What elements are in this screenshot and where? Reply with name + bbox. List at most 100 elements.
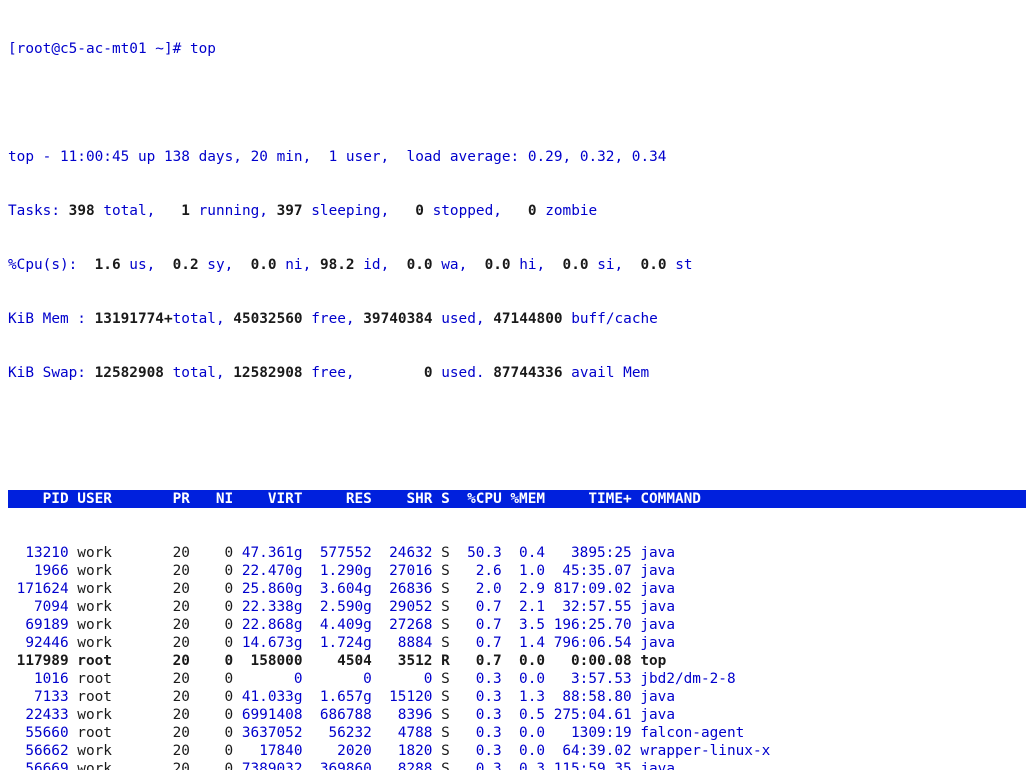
process-table-body: 13210work20047.361g57755224632S50.30.438… bbox=[8, 544, 1026, 770]
cell-user: work bbox=[69, 634, 156, 652]
cell-time: 115:59.35 bbox=[545, 760, 632, 770]
cell-res: 2020 bbox=[303, 742, 372, 760]
cell-res: 0 bbox=[303, 670, 372, 688]
cell-pid: 69189 bbox=[8, 616, 69, 634]
cell-s: S bbox=[432, 580, 449, 598]
cell-pr: 20 bbox=[155, 742, 190, 760]
col-pr[interactable]: PR bbox=[155, 490, 190, 508]
cell-cpu: 0.3 bbox=[450, 760, 502, 770]
col-cpu[interactable]: %CPU bbox=[450, 490, 502, 508]
cell-user: work bbox=[69, 562, 156, 580]
col-time[interactable]: TIME+ bbox=[545, 490, 632, 508]
cell-ni: 0 bbox=[190, 724, 233, 742]
cell-time: 1309:19 bbox=[545, 724, 632, 742]
cell-ni: 0 bbox=[190, 760, 233, 770]
cell-pr: 20 bbox=[155, 634, 190, 652]
cell-mem: 1.4 bbox=[502, 634, 545, 652]
col-pid[interactable]: PID bbox=[8, 490, 69, 508]
cell-cpu: 50.3 bbox=[450, 544, 502, 562]
cell-mem: 0.3 bbox=[502, 760, 545, 770]
col-user[interactable]: USER bbox=[69, 490, 156, 508]
cell-cpu: 2.6 bbox=[450, 562, 502, 580]
cell-cpu: 0.3 bbox=[450, 724, 502, 742]
cell-pid: 56669 bbox=[8, 760, 69, 770]
process-row: 69189work20022.868g4.409g27268S0.73.5196… bbox=[8, 616, 1026, 634]
cell-mem: 0.0 bbox=[502, 652, 545, 670]
cell-user: work bbox=[69, 598, 156, 616]
col-shr[interactable]: SHR bbox=[372, 490, 433, 508]
cell-res: 4.409g bbox=[303, 616, 372, 634]
cell-virt: 22.470g bbox=[233, 562, 302, 580]
cell-s: S bbox=[432, 760, 449, 770]
cell-res: 1.724g bbox=[303, 634, 372, 652]
cell-pr: 20 bbox=[155, 562, 190, 580]
cell-pr: 20 bbox=[155, 544, 190, 562]
cell-pid: 7133 bbox=[8, 688, 69, 706]
top-mem-line: KiB Mem : 13191774+total, 45032560 free,… bbox=[8, 310, 1026, 328]
cell-cmd: falcon-agent bbox=[632, 724, 814, 742]
cell-cmd: wrapper-linux-x bbox=[632, 742, 814, 760]
cell-ni: 0 bbox=[190, 562, 233, 580]
cell-shr: 1820 bbox=[372, 742, 433, 760]
cell-cmd: java bbox=[632, 562, 814, 580]
process-row: 56662work2001784020201820S0.30.064:39.02… bbox=[8, 742, 1026, 760]
col-ni[interactable]: NI bbox=[190, 490, 233, 508]
cell-virt: 17840 bbox=[233, 742, 302, 760]
cell-user: work bbox=[69, 760, 156, 770]
cell-cmd: java bbox=[632, 760, 814, 770]
cell-virt: 7389032 bbox=[233, 760, 302, 770]
cell-res: 369860 bbox=[303, 760, 372, 770]
cell-shr: 8288 bbox=[372, 760, 433, 770]
cell-pid: 56662 bbox=[8, 742, 69, 760]
top-swap-line: KiB Swap: 12582908 total, 12582908 free,… bbox=[8, 364, 1026, 382]
process-table-header[interactable]: PIDUSERPRNIVIRTRESSHRS%CPU%MEMTIME+COMMA… bbox=[8, 490, 1026, 508]
cell-s: S bbox=[432, 688, 449, 706]
cell-pid: 171624 bbox=[8, 580, 69, 598]
cell-pid: 7094 bbox=[8, 598, 69, 616]
cell-res: 4504 bbox=[303, 652, 372, 670]
cell-res: 686788 bbox=[303, 706, 372, 724]
col-mem[interactable]: %MEM bbox=[502, 490, 545, 508]
cell-ni: 0 bbox=[190, 544, 233, 562]
cell-mem: 2.9 bbox=[502, 580, 545, 598]
cell-time: 3:57.53 bbox=[545, 670, 632, 688]
cell-shr: 3512 bbox=[372, 652, 433, 670]
cell-s: S bbox=[432, 544, 449, 562]
col-res[interactable]: RES bbox=[303, 490, 372, 508]
cell-pr: 20 bbox=[155, 670, 190, 688]
cell-user: work bbox=[69, 706, 156, 724]
cell-mem: 0.4 bbox=[502, 544, 545, 562]
cell-s: S bbox=[432, 616, 449, 634]
process-row: 56669work20073890323698608288S0.30.3115:… bbox=[8, 760, 1026, 770]
cell-res: 56232 bbox=[303, 724, 372, 742]
shell-prompt-line: [root@c5-ac-mt01 ~]# top bbox=[8, 40, 1026, 58]
cell-s: S bbox=[432, 598, 449, 616]
cell-shr: 27016 bbox=[372, 562, 433, 580]
cell-user: work bbox=[69, 742, 156, 760]
cell-cpu: 0.3 bbox=[450, 706, 502, 724]
col-cmd[interactable]: COMMAND bbox=[632, 490, 814, 508]
col-s[interactable]: S bbox=[432, 490, 449, 508]
cell-cmd: java bbox=[632, 544, 814, 562]
cell-time: 32:57.55 bbox=[545, 598, 632, 616]
cell-cpu: 0.7 bbox=[450, 634, 502, 652]
cell-time: 796:06.54 bbox=[545, 634, 632, 652]
cell-shr: 26836 bbox=[372, 580, 433, 598]
col-virt[interactable]: VIRT bbox=[233, 490, 302, 508]
process-row: 7094work20022.338g2.590g29052S0.72.132:5… bbox=[8, 598, 1026, 616]
cell-shr: 29052 bbox=[372, 598, 433, 616]
process-row: 117989root20015800045043512R0.70.00:00.0… bbox=[8, 652, 1026, 670]
cell-pr: 20 bbox=[155, 616, 190, 634]
cell-shr: 15120 bbox=[372, 688, 433, 706]
cell-time: 196:25.70 bbox=[545, 616, 632, 634]
cell-cmd: java bbox=[632, 580, 814, 598]
cell-pid: 117989 bbox=[8, 652, 69, 670]
cell-virt: 22.868g bbox=[233, 616, 302, 634]
cell-cpu: 0.7 bbox=[450, 616, 502, 634]
cell-time: 88:58.80 bbox=[545, 688, 632, 706]
cell-shr: 4788 bbox=[372, 724, 433, 742]
cell-virt: 6991408 bbox=[233, 706, 302, 724]
cell-cpu: 0.7 bbox=[450, 598, 502, 616]
cell-cpu: 2.0 bbox=[450, 580, 502, 598]
terminal[interactable]: [root@c5-ac-mt01 ~]# top top - 11:00:45 … bbox=[0, 0, 1034, 770]
